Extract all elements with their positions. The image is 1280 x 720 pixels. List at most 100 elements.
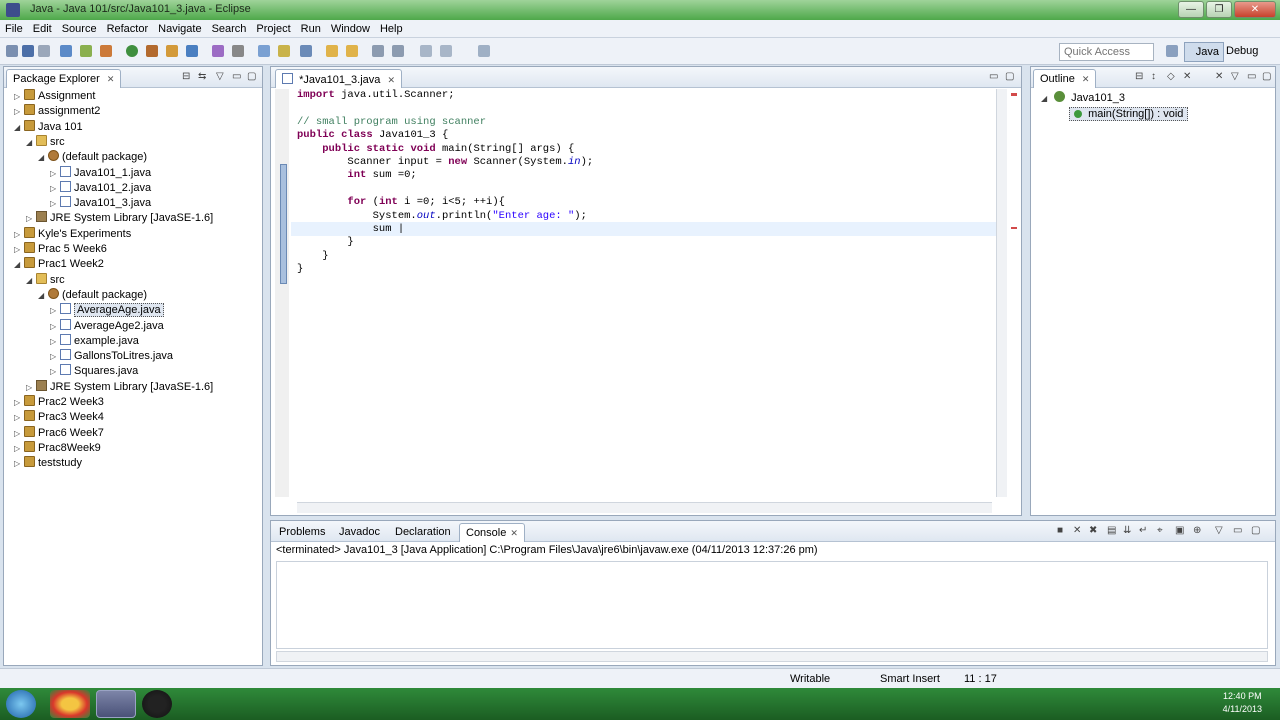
tree-item[interactable]: ▷ teststudy (14, 456, 82, 471)
tree-item[interactable]: ▷ example.java (50, 333, 139, 349)
search-icon[interactable] (232, 45, 244, 57)
close-icon[interactable]: ✕ (1082, 74, 1090, 84)
tree-item[interactable]: ◢ (default package) (38, 150, 147, 165)
expand-icon[interactable]: ▷ (14, 398, 24, 407)
tree-item[interactable]: ▷ Java101_3.java (50, 196, 151, 211)
collapse-icon[interactable]: ◢ (14, 260, 24, 269)
next-annotation-icon[interactable] (326, 45, 338, 57)
terminate-icon[interactable]: ■ (1057, 525, 1063, 536)
debug-icon[interactable] (60, 45, 72, 57)
tree-item[interactable]: ▷ Prac8Week9 (14, 440, 101, 456)
tree-item[interactable]: ▷ JRE System Library [JavaSE-1.6] (26, 211, 213, 226)
expand-icon[interactable]: ◢ (1041, 94, 1051, 103)
external-tools-icon[interactable] (100, 45, 112, 57)
collapse-icon[interactable]: ◢ (26, 276, 36, 285)
collapse-icon[interactable]: ◢ (38, 291, 48, 300)
tree-item[interactable]: ▷ GallonsToLitres.java (50, 349, 173, 364)
annotation-icon[interactable] (258, 45, 270, 57)
open-console-icon[interactable]: ⊕ (1193, 525, 1201, 536)
new-java-project-icon[interactable] (146, 45, 158, 57)
scroll-lock-icon[interactable]: ⇊ (1123, 525, 1131, 536)
tree-item[interactable]: ▷ assignment2 (14, 104, 100, 119)
code-line[interactable]: } (297, 263, 997, 276)
start-button[interactable] (6, 690, 36, 718)
expand-icon[interactable]: ▷ (26, 383, 36, 392)
expand-icon[interactable]: ▷ (26, 214, 36, 223)
code-line[interactable]: Scanner input = new Scanner(System.in); (297, 156, 997, 169)
new-icon[interactable] (6, 45, 18, 57)
close-icon[interactable]: ✕ (510, 528, 518, 538)
java-perspective-button[interactable]: Java (1184, 42, 1224, 62)
open-perspective-icon[interactable] (1166, 45, 1178, 57)
tree-item[interactable]: ◢ Prac1 Week2 (14, 257, 104, 272)
previous-annotation-icon[interactable] (346, 45, 358, 57)
chrome-icon[interactable] (50, 690, 90, 718)
tab-javadoc[interactable]: Javadoc (333, 523, 386, 542)
pin-icon[interactable] (440, 45, 452, 57)
expand-icon[interactable]: ▷ (14, 413, 24, 422)
open-type-icon[interactable] (212, 45, 224, 57)
menu-run[interactable]: Run (296, 20, 326, 35)
tree-item[interactable]: ◢ src (26, 272, 65, 288)
minimize-view-icon[interactable]: ▭ (1247, 71, 1256, 82)
menu-source[interactable]: Source (57, 20, 102, 35)
clear-console-icon[interactable]: ▤ (1107, 525, 1116, 536)
tree-item[interactable]: ◢ src (26, 134, 65, 150)
close-icon[interactable]: ✕ (107, 74, 115, 84)
tab-java101-3[interactable]: *Java101_3.java ✕ (275, 69, 403, 88)
view-menu-icon[interactable]: ▽ (1215, 525, 1223, 536)
clock[interactable]: 12:40 PM 4/11/2013 (1223, 690, 1262, 716)
code-line[interactable] (297, 183, 997, 196)
menu-navigate[interactable]: Navigate (153, 20, 206, 35)
view-menu-icon[interactable]: ▽ (1231, 71, 1239, 82)
expand-icon[interactable]: ▷ (50, 169, 60, 178)
menu-file[interactable]: File (0, 20, 28, 35)
expand-icon[interactable]: ▷ (50, 352, 60, 361)
expand-icon[interactable]: ▷ (14, 92, 24, 101)
expand-icon[interactable]: ▷ (50, 322, 60, 331)
forward-icon[interactable] (392, 45, 404, 57)
code-line[interactable]: public static void main(String[] args) { (297, 143, 997, 156)
last-edit-icon[interactable] (420, 45, 432, 57)
console-horizontal-scrollbar[interactable] (276, 651, 1268, 662)
tree-item[interactable]: ▷ Squares.java (50, 364, 138, 379)
expand-icon[interactable]: ▷ (50, 184, 60, 193)
toggle-breadcrumb-icon[interactable] (300, 45, 312, 57)
back-icon[interactable] (372, 45, 384, 57)
tree-item[interactable]: ◢ (default package) (38, 287, 147, 303)
tree-item[interactable]: ▷ Prac 5 Week6 (14, 242, 107, 257)
tab-outline[interactable]: Outline ✕ (1033, 69, 1097, 88)
expand-icon[interactable]: ▷ (14, 230, 24, 239)
tree-item[interactable]: ▷ Prac3 Week4 (14, 410, 104, 425)
tab-problems[interactable]: Problems (273, 523, 331, 542)
outline-method-node[interactable]: main(String[]) : void (1069, 107, 1189, 122)
sort-icon[interactable]: ↕ (1151, 71, 1156, 82)
debug-perspective-button[interactable]: Debug (1226, 45, 1258, 57)
code-area[interactable]: import java.util.Scanner; // small progra… (297, 89, 997, 276)
code-line[interactable]: } (297, 236, 997, 249)
console-output[interactable] (276, 561, 1268, 649)
tree-item[interactable]: ▷ Assignment (14, 89, 95, 104)
collapse-icon[interactable]: ◢ (14, 123, 24, 132)
expand-icon[interactable]: ▷ (14, 459, 24, 468)
remove-all-icon[interactable]: ✖ (1089, 525, 1097, 536)
error-marker[interactable] (1011, 227, 1017, 229)
display-console-icon[interactable]: ▣ (1175, 525, 1184, 536)
outline-class-node[interactable]: ◢ Java101_3 (1041, 91, 1125, 106)
maximize-button[interactable]: ❐ (1206, 1, 1232, 18)
print-icon[interactable] (38, 45, 50, 57)
tree-item[interactable]: ▷ AverageAge.java (50, 303, 164, 318)
menu-project[interactable]: Project (251, 20, 295, 35)
expand-icon[interactable]: ▷ (14, 429, 24, 438)
minimize-view-icon[interactable]: ▭ (989, 71, 998, 82)
tree-item[interactable]: ▷ Java101_2.java (50, 180, 151, 196)
expand-icon[interactable]: ▷ (50, 306, 60, 315)
tree-item[interactable]: ◢ Java 101 (14, 119, 83, 135)
expand-icon[interactable]: ▷ (50, 337, 60, 346)
maximize-view-icon[interactable]: ▢ (1262, 71, 1271, 82)
remove-launch-icon[interactable]: ✕ (1073, 525, 1081, 536)
hide-nonpublic-icon[interactable]: ✕ (1215, 71, 1223, 82)
editor-horizontal-scrollbar[interactable] (297, 502, 992, 513)
collapse-icon[interactable]: ◢ (26, 138, 36, 147)
code-line[interactable]: } (297, 250, 997, 263)
